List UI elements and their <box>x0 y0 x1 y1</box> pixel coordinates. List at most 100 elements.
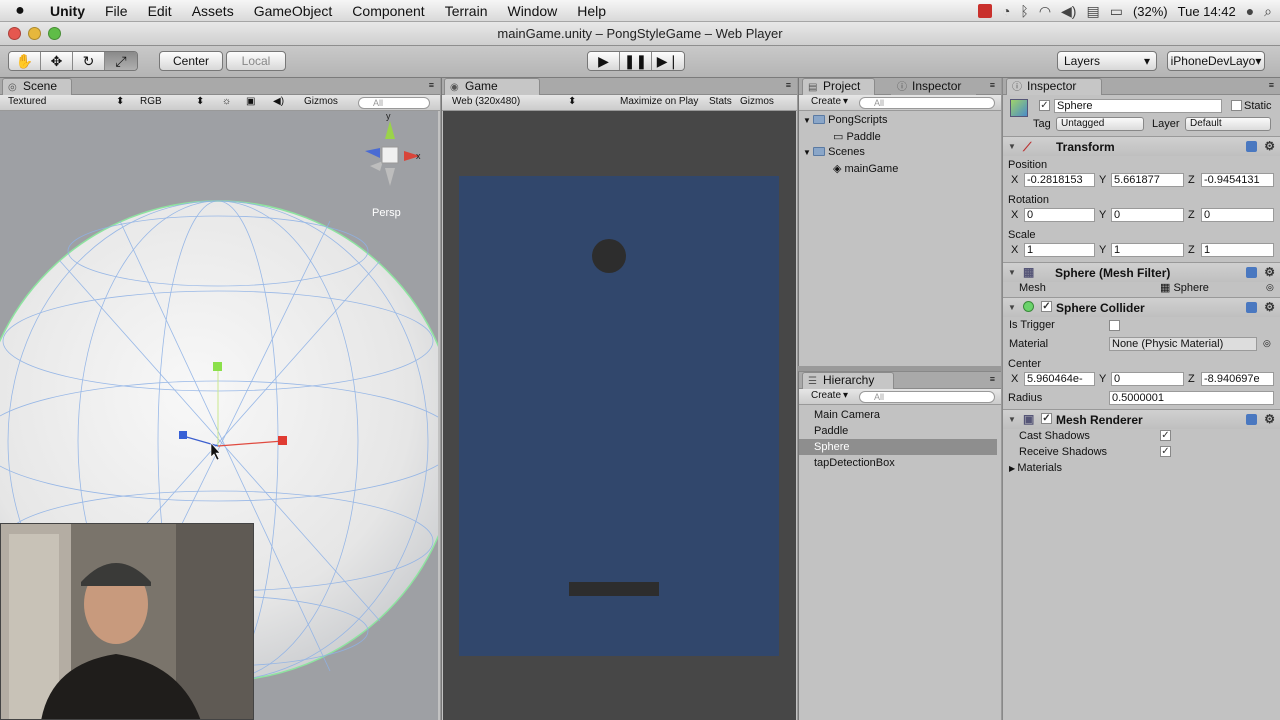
center-y-field[interactable]: 0 <box>1111 372 1184 386</box>
layers-dropdown[interactable]: Layers ▾ <box>1057 51 1157 71</box>
orientation-gizmo-icon[interactable]: y x <box>365 111 421 186</box>
cast-shadows-checkbox[interactable]: ✓ <box>1160 430 1171 441</box>
center-x-field[interactable]: 5.960464e- <box>1024 372 1095 386</box>
collapse-triangle-icon[interactable]: ▼ <box>1008 142 1016 151</box>
project-create-button[interactable]: Create <box>811 96 841 107</box>
scale-tool-icon[interactable]: ⤢ <box>105 52 137 70</box>
bluetooth-icon[interactable]: ᛒ <box>1020 3 1028 19</box>
list-item-selected[interactable]: Sphere <box>799 439 997 455</box>
tab-scene[interactable]: ◎ Scene <box>2 78 73 95</box>
collider-enabled-checkbox[interactable]: ✓ <box>1041 301 1052 312</box>
active-checkbox[interactable]: ✓ <box>1039 100 1050 111</box>
tab-inspector-secondary[interactable]: ⓘ Inspector <box>891 78 977 95</box>
collapse-triangle-icon[interactable]: ▼ <box>1008 303 1016 312</box>
image-toggle-icon[interactable]: ▣ <box>246 96 255 107</box>
radius-field[interactable]: 0.5000001 <box>1109 391 1274 405</box>
pause-icon[interactable]: ❚❚ <box>620 52 652 70</box>
clock[interactable]: Tue 14:42 <box>1178 4 1236 19</box>
menu-component[interactable]: Component <box>342 0 434 22</box>
object-picker-icon[interactable]: ◎ <box>1266 282 1274 293</box>
rotation-z-field[interactable]: 0 <box>1201 208 1274 222</box>
tree-folder-pongscripts[interactable]: ▼ PongScripts <box>803 114 887 126</box>
step-icon[interactable]: ▶❘ <box>652 52 684 70</box>
project-search-input[interactable]: All <box>859 97 995 109</box>
scale-z-field[interactable]: 1 <box>1201 243 1274 257</box>
help-book-icon[interactable] <box>1246 267 1257 278</box>
scene-gizmos-dropdown[interactable]: Gizmos <box>304 96 338 107</box>
physic-material-field[interactable]: None (Physic Material) <box>1109 337 1257 351</box>
rotation-x-field[interactable]: 0 <box>1024 208 1095 222</box>
tree-item-paddle-script[interactable]: ▭ Paddle <box>833 130 881 143</box>
tab-inspector[interactable]: ⓘ Inspector <box>1006 78 1102 95</box>
time-machine-icon[interactable]: ◔ <box>1002 3 1010 19</box>
object-picker-icon[interactable]: ◎ <box>1263 338 1271 349</box>
menu-assets[interactable]: Assets <box>182 0 244 22</box>
gear-icon[interactable]: ⚙ <box>1264 265 1275 279</box>
menu-edit[interactable]: Edit <box>138 0 182 22</box>
render-mode-dropdown[interactable]: Textured <box>8 96 46 107</box>
move-tool-icon[interactable]: ✥ <box>41 52 73 70</box>
spotlight-icon[interactable]: ⌕ <box>1264 3 1272 20</box>
audio-toggle-icon[interactable]: ◀︎) <box>273 96 284 107</box>
record-icon[interactable] <box>977 4 992 18</box>
rotation-y-field[interactable]: 0 <box>1111 208 1184 222</box>
gear-icon[interactable]: ⚙ <box>1264 139 1275 153</box>
layout-dropdown[interactable]: iPhoneDevLayo▾ <box>1167 51 1265 71</box>
static-checkbox[interactable] <box>1231 100 1242 111</box>
battery-icon[interactable]: ▭ <box>1110 3 1123 20</box>
rotate-tool-icon[interactable]: ↻ <box>73 52 105 70</box>
menu-file[interactable]: File <box>95 0 138 22</box>
pane-menu-icon[interactable]: ≡ <box>1269 80 1274 90</box>
mesh-renderer-header[interactable]: ▼ ▣ ✓ Mesh Renderer ⚙ <box>1003 409 1280 429</box>
maximize-on-play-toggle[interactable]: Maximize on Play <box>620 96 698 107</box>
pivot-center-button[interactable]: Center <box>159 51 223 71</box>
menu-help[interactable]: Help <box>567 0 616 22</box>
scale-x-field[interactable]: 1 <box>1024 243 1095 257</box>
hand-tool-icon[interactable]: ✋ <box>9 52 41 70</box>
transform-header[interactable]: ▼ ⟋ Transform ⚙ <box>1003 136 1280 156</box>
stats-toggle[interactable]: Stats <box>709 96 732 107</box>
help-book-icon[interactable] <box>1246 141 1257 152</box>
pane-menu-icon[interactable]: ≡ <box>990 80 995 90</box>
apple-icon[interactable]: ● <box>0 2 40 20</box>
pivot-local-button[interactable]: Local <box>226 51 286 71</box>
z-axis-handle[interactable] <box>179 431 187 439</box>
y-axis-handle[interactable] <box>213 362 222 371</box>
tab-game[interactable]: ◉ Game <box>444 78 540 95</box>
tree-folder-scenes[interactable]: ▼ Scenes <box>803 146 865 158</box>
position-z-field[interactable]: -0.9454131 <box>1201 173 1274 187</box>
help-book-icon[interactable] <box>1246 302 1257 313</box>
game-viewport[interactable] <box>443 111 796 720</box>
volume-icon[interactable]: ◀︎) <box>1061 3 1076 20</box>
receive-shadows-checkbox[interactable]: ✓ <box>1160 446 1171 457</box>
mesh-filter-header[interactable]: ▼ ▦ Sphere (Mesh Filter) ⚙ <box>1003 262 1280 282</box>
pane-menu-icon[interactable]: ≡ <box>429 80 434 90</box>
hierarchy-create-button[interactable]: Create <box>811 390 841 401</box>
pane-menu-icon[interactable]: ≡ <box>990 374 995 384</box>
user-icon[interactable]: ● <box>1246 3 1254 19</box>
aspect-dropdown[interactable]: Web (320x480) <box>452 96 520 107</box>
is-trigger-checkbox[interactable] <box>1109 320 1120 331</box>
hierarchy-search-input[interactable]: All <box>859 391 995 403</box>
object-name-field[interactable]: Sphere <box>1054 99 1222 113</box>
wifi-icon[interactable]: ◠ <box>1039 3 1051 20</box>
gear-icon[interactable]: ⚙ <box>1264 412 1275 426</box>
lighting-toggle-icon[interactable]: ☼ <box>222 96 231 107</box>
center-z-field[interactable]: -8.940697e <box>1201 372 1274 386</box>
sphere-collider-header[interactable]: ▼ ✓ Sphere Collider ⚙ <box>1003 297 1280 317</box>
pane-menu-icon[interactable]: ≡ <box>786 80 791 90</box>
list-item[interactable]: Paddle <box>799 423 997 439</box>
tab-hierarchy[interactable]: ☰ Hierarchy <box>802 372 894 389</box>
list-item[interactable]: tapDetectionBox <box>799 455 997 471</box>
collapse-triangle-icon[interactable]: ▼ <box>1008 415 1016 424</box>
tree-item-maingame-scene[interactable]: ◈ mainGame <box>833 162 898 175</box>
materials-foldout[interactable]: ▶ Materials <box>1009 462 1062 474</box>
menu-gameobject[interactable]: GameObject <box>244 0 343 22</box>
layer-dropdown[interactable]: Default <box>1185 117 1271 131</box>
renderer-enabled-checkbox[interactable]: ✓ <box>1041 413 1052 424</box>
play-icon[interactable]: ▶ <box>588 52 620 70</box>
scene-search-input[interactable]: All <box>358 97 430 109</box>
position-y-field[interactable]: 5.661877 <box>1111 173 1184 187</box>
color-mode-dropdown[interactable]: RGB <box>140 96 162 107</box>
gear-icon[interactable]: ⚙ <box>1264 300 1275 314</box>
